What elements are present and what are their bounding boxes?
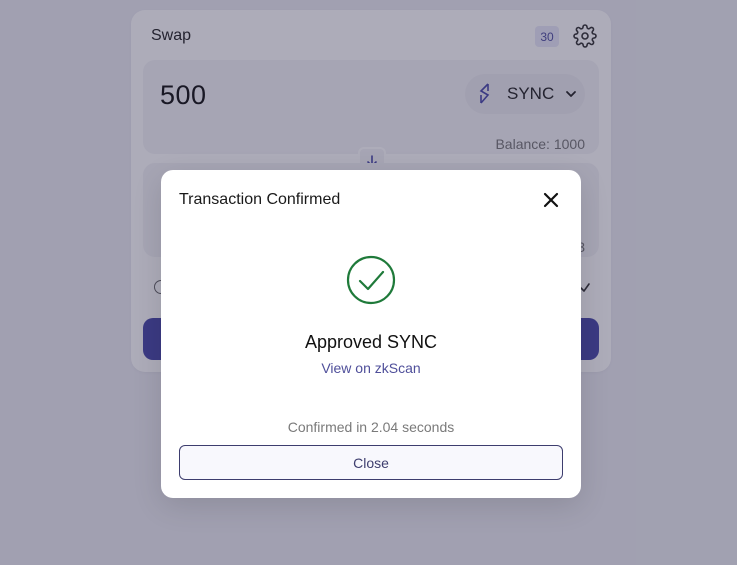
close-button[interactable]: Close <box>179 445 563 480</box>
confirmation-time-text: Confirmed in 2.04 seconds <box>287 419 455 435</box>
close-icon[interactable] <box>541 190 561 210</box>
transaction-confirmed-modal: Transaction Confirmed Approved SYNC View… <box>161 170 581 498</box>
modal-title: Transaction Confirmed <box>179 191 341 208</box>
view-on-explorer-link[interactable]: View on zkScan <box>161 360 581 376</box>
status-text: Approved SYNC <box>304 332 438 352</box>
check-circle-icon <box>346 255 396 305</box>
